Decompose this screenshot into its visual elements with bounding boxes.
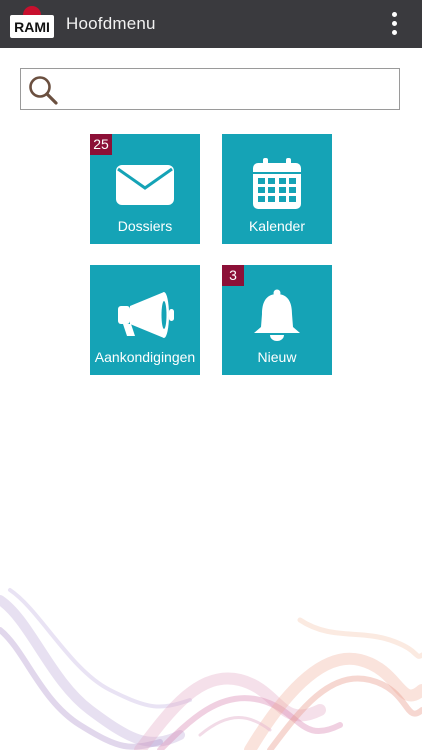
page-title: Hoofdmenu — [66, 14, 156, 33]
overflow-dot — [392, 30, 397, 35]
svg-text:RAMI: RAMI — [14, 19, 50, 35]
tile-badge: 3 — [222, 265, 244, 286]
logo-wordmark: RAMI — [14, 19, 50, 35]
app-bar: RAMI Hoofdmenu — [0, 0, 422, 48]
logo-plate: RAMI — [10, 15, 54, 38]
tile-badge: 25 — [90, 134, 112, 155]
tile-nieuw[interactable]: 3 Nieuw — [222, 265, 332, 375]
overflow-dot — [392, 21, 397, 26]
tile-kalender[interactable]: Kalender — [222, 134, 332, 244]
tile-dossiers[interactable]: 25 Dossiers — [90, 134, 200, 244]
megaphone-icon — [118, 292, 174, 338]
search-input[interactable] — [65, 75, 395, 105]
smoke-decoration — [0, 588, 422, 750]
rami-logo: RAMI — [10, 6, 54, 38]
tile-aankondigingen[interactable]: Aankondigingen — [90, 265, 200, 375]
more-vert-icon[interactable] — [382, 12, 406, 36]
overflow-dot — [392, 12, 397, 17]
search-icon[interactable] — [27, 74, 59, 106]
tile-label: Aankondigingen — [94, 349, 196, 365]
tile-label: Dossiers — [117, 218, 173, 234]
search-bar[interactable] — [20, 68, 400, 110]
envelope-icon — [116, 165, 174, 205]
tile-label: Nieuw — [257, 349, 297, 365]
tile-label: Kalender — [248, 218, 306, 234]
calendar-icon — [253, 158, 301, 209]
bell-icon — [254, 289, 300, 341]
